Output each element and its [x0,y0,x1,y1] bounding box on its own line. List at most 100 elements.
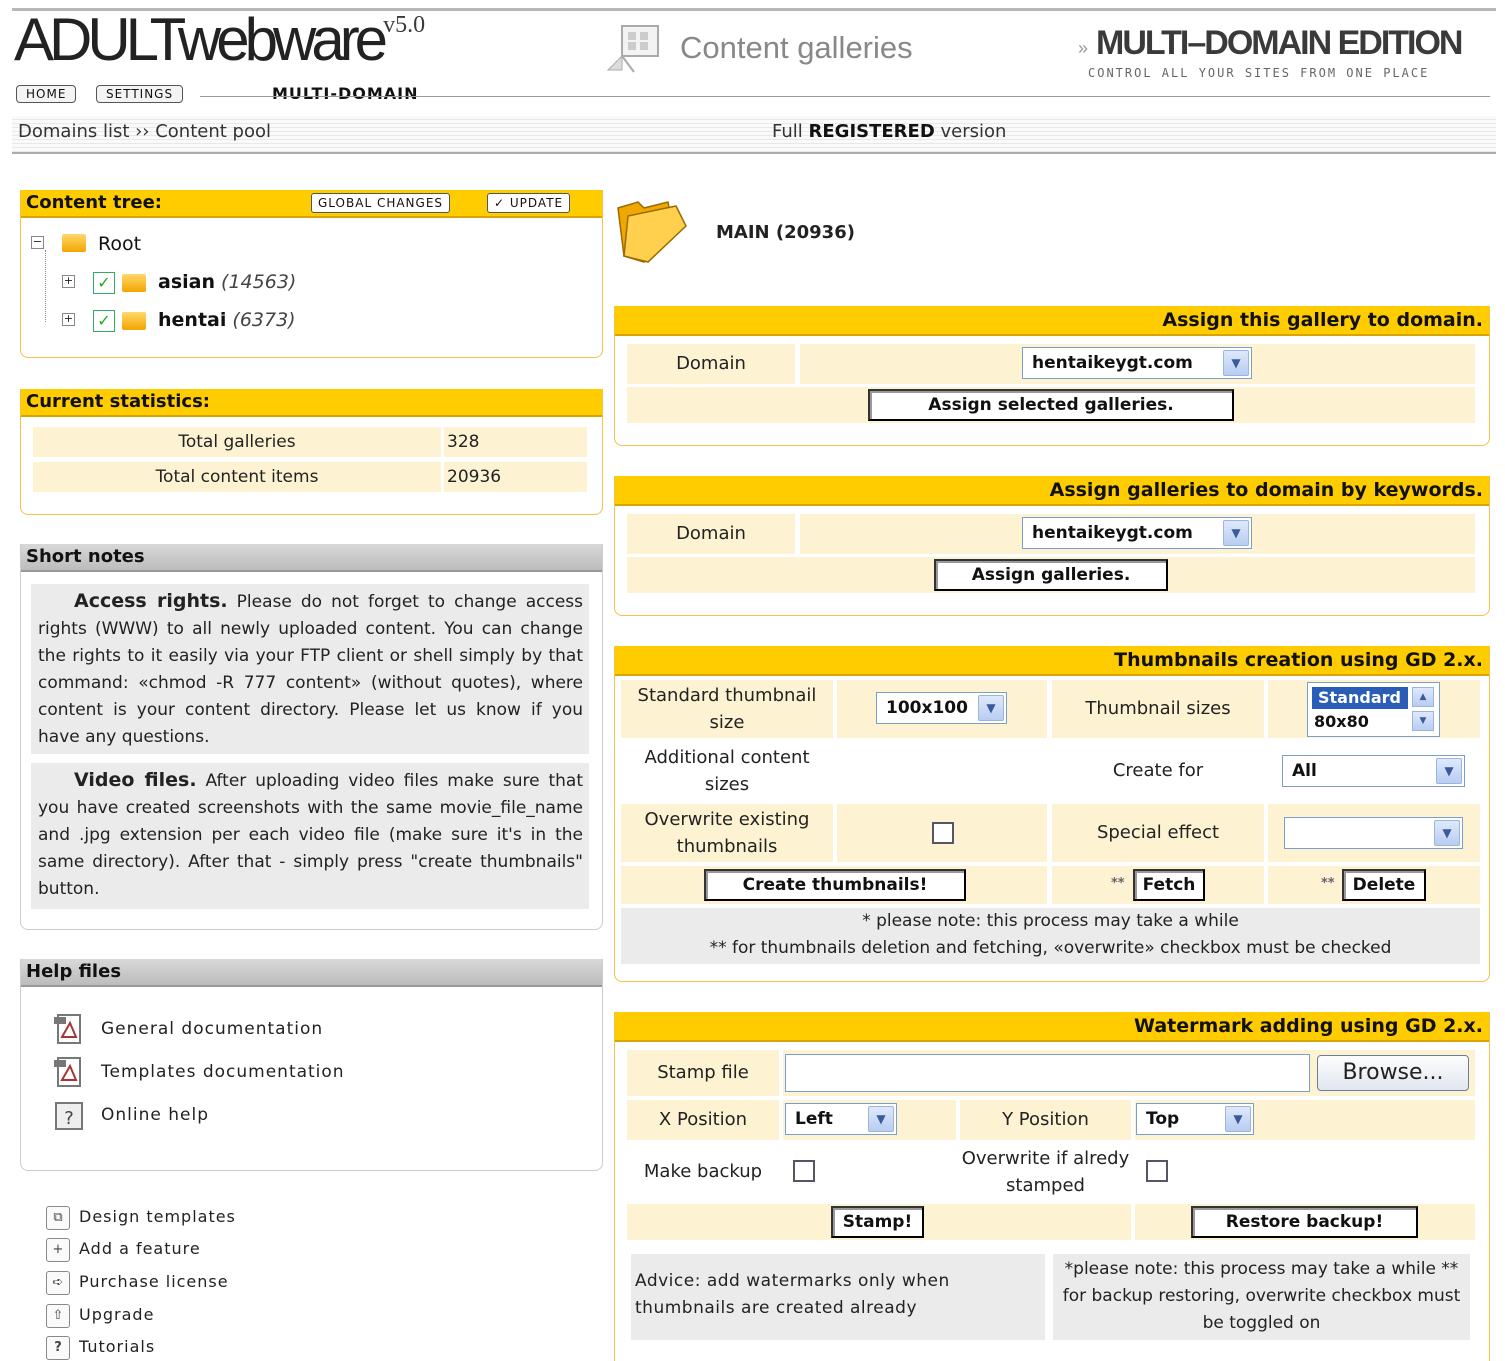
domain-select[interactable]: hentaikeygt.com ▼ [1022,517,1252,549]
std-size-select[interactable]: 100x100 ▼ [876,692,1007,724]
backup-label: Make backup [627,1144,779,1200]
thumbnails-note-line: * please note: this process may take a w… [862,911,1239,931]
help-link-online[interactable]: Online help [101,1105,209,1125]
footer-link-design[interactable]: Design templates [79,1207,236,1226]
note-access-rights: Access rights. Please do not forget to c… [31,584,589,754]
x-position-label: X Position [627,1100,779,1140]
y-position-label: Y Position [960,1100,1131,1140]
settings-button[interactable]: SETTINGS [96,85,184,103]
scroll-down-icon[interactable]: ▼ [1412,711,1434,731]
short-notes-title: Short notes [21,544,602,572]
stamp-file-input[interactable] [785,1054,1310,1092]
tree-root-label[interactable]: Root [98,233,141,255]
help-link-general[interactable]: General documentation [101,1019,323,1039]
create-for-select[interactable]: All ▼ [1282,755,1465,787]
pdf-icon [54,1057,81,1087]
backup-checkbox[interactable] [793,1160,815,1182]
overwrite-stamped-checkbox[interactable] [1146,1160,1168,1182]
expand-icon[interactable]: + [62,275,75,288]
delete-note-mark: ** [1321,876,1335,891]
statistics-title: Current statistics: [21,389,602,417]
version-label: Full REGISTERED version [772,121,1007,142]
watermark-note: *please note: this process may take a wh… [1053,1254,1470,1340]
main-folder-icon [617,201,687,263]
expand-icon[interactable]: + [62,313,75,326]
help-link-templates[interactable]: Templates documentation [101,1062,345,1082]
multi-domain-label: MULTI-DOMAIN [272,84,419,103]
chevron-down-icon[interactable]: ▼ [1225,1106,1251,1132]
delete-button[interactable]: Delete [1342,869,1426,901]
special-effect-select[interactable]: ▼ [1284,817,1463,849]
main-title: MAIN (20936) [716,222,855,243]
tree-checkbox-asian[interactable]: ✓ [93,272,115,294]
x-position-select[interactable]: Left ▼ [785,1103,897,1135]
chevron-down-icon[interactable]: ▼ [1223,520,1249,546]
add-icon: + [46,1238,70,1262]
design-icon: ⧉ [46,1206,70,1230]
fetch-note-mark: ** [1111,876,1125,891]
breadcrumb[interactable]: Domains list ›› Content pool [18,121,271,142]
y-position-select[interactable]: Top ▼ [1136,1103,1254,1135]
thumbnails-note: * please note: this process may take a w… [621,908,1480,964]
note-video-files: Video files. After uploading video files… [31,763,589,909]
watermark-title: Watermark adding using GD 2.x. [615,1012,1489,1042]
additional-sizes-label: Additional content sizes [621,742,833,800]
home-button[interactable]: HOME [16,85,77,103]
footer-link-tutorials[interactable]: Tutorials [79,1337,155,1356]
scroll-up-icon[interactable]: ▲ [1412,687,1434,707]
header-divider [200,96,1490,97]
create-thumbnails-button[interactable]: Create thumbnails! [704,869,966,901]
tutorials-icon: ? [46,1336,70,1360]
pdf-icon [54,1014,81,1044]
footer-link-add-feature[interactable]: Add a feature [79,1239,201,1258]
sizes-option[interactable]: 80x80 [1314,711,1369,733]
tree-checkbox-hentai[interactable]: ✓ [93,310,115,332]
assign-keywords-title: Assign galleries to domain by keywords. [615,476,1489,506]
assign-selected-button[interactable]: Assign selected galleries. [868,389,1234,421]
app-logo: ADULTwebwarev5.0 [14,6,426,73]
std-size-label: Standard thumbnail size [621,680,833,738]
footer-link-purchase[interactable]: Purchase license [79,1272,229,1291]
domain-select[interactable]: hentaikeygt.com ▼ [1022,347,1252,379]
overwrite-label: Overwrite existing thumbnails [621,804,833,862]
global-changes-button[interactable]: GLOBAL CHANGES [311,193,451,213]
chevron-down-icon[interactable]: ▼ [1223,350,1249,376]
restore-backup-button[interactable]: Restore backup! [1191,1206,1418,1238]
folder-open-icon [62,234,86,252]
special-effect-label: Special effect [1052,804,1264,862]
assign-galleries-button[interactable]: Assign galleries. [934,559,1168,591]
folder-icon [122,274,146,292]
thumbnails-title: Thumbnails creation using GD 2.x. [615,646,1489,676]
edition-title: » MULTI–DOMAIN EDITION [1078,24,1463,62]
purchase-icon: ➪ [46,1271,70,1295]
chevron-down-icon[interactable]: ▼ [1434,820,1460,846]
sizes-listbox[interactable]: Standard 80x80 ▲ ▼ [1307,682,1440,737]
chevron-down-icon[interactable]: ▼ [868,1106,894,1132]
stat-value: 20936 [444,462,587,492]
svg-text:?: ? [64,1108,74,1129]
online-help-icon: ? [55,1102,83,1130]
section-title: Content galleries [680,30,913,65]
footer-link-upgrade[interactable]: Upgrade [79,1305,154,1324]
collapse-icon[interactable]: − [31,236,44,249]
domain-label: Domain [627,344,795,384]
fetch-button[interactable]: Fetch [1133,869,1205,901]
folder-icon [122,312,146,330]
tree-item-hentai[interactable]: hentai (6373) [158,309,296,331]
help-files-title: Help files [21,959,602,987]
browse-button[interactable]: Browse... [1317,1055,1469,1091]
domain-label: Domain [627,514,795,554]
assign-gallery-title: Assign this gallery to domain. [615,306,1489,336]
stamp-button[interactable]: Stamp! [831,1206,924,1238]
chevron-down-icon[interactable]: ▼ [1436,758,1462,784]
overwrite-stamped-label: Overwrite if alredy stamped [960,1144,1131,1200]
edition-subtitle: CONTROL ALL YOUR SITES FROM ONE PLACE [1088,66,1430,80]
sizes-option-selected[interactable]: Standard [1312,687,1408,709]
tree-line [45,250,46,322]
tree-item-asian[interactable]: asian (14563) [158,271,296,293]
update-button[interactable]: ✓ UPDATE [487,193,571,213]
overwrite-checkbox[interactable] [932,822,954,844]
chevron-down-icon[interactable]: ▼ [978,695,1004,721]
sizes-label: Thumbnail sizes [1052,680,1264,738]
stat-label: Total galleries [33,427,441,457]
